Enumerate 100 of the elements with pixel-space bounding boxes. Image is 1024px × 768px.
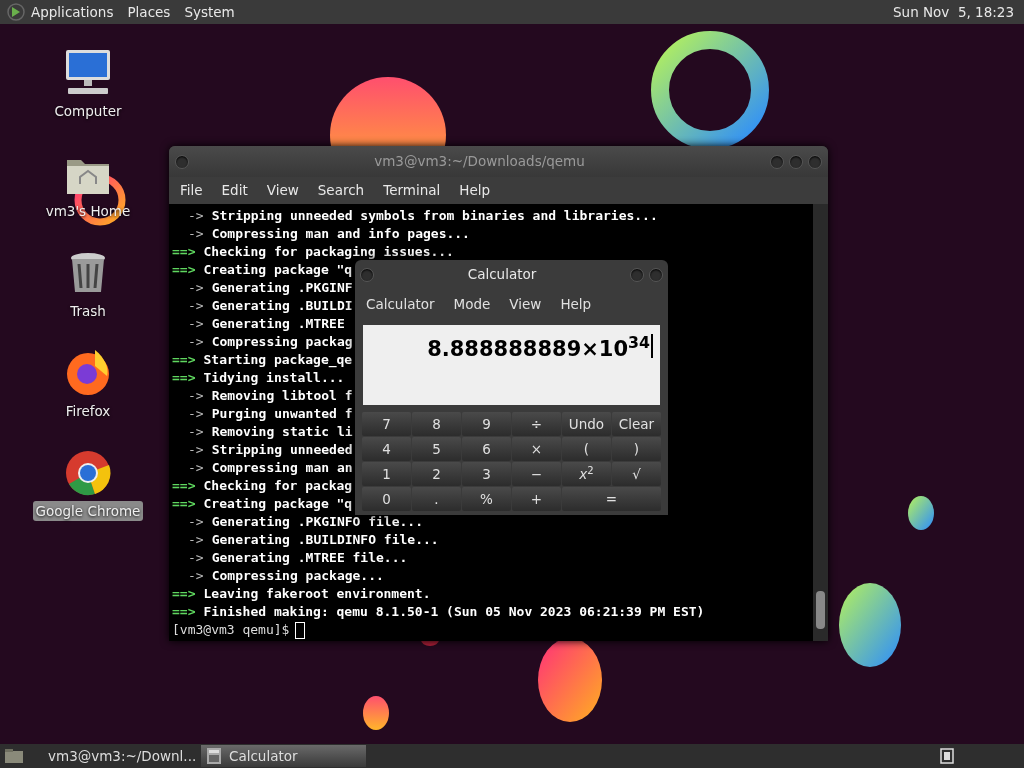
- panel-menu[interactable]: Places: [127, 1, 171, 23]
- calculator-key[interactable]: +: [512, 487, 561, 511]
- desktop-icon-label[interactable]: Trash: [67, 301, 109, 322]
- calculator-key[interactable]: (: [562, 437, 611, 461]
- output-prefix: ->: [188, 297, 204, 315]
- calculator-key[interactable]: Undo: [562, 412, 611, 436]
- window-button[interactable]: [649, 267, 663, 282]
- display-field[interactable]: 8.888888889×10$^{34}$: [363, 325, 660, 405]
- calculator-key[interactable]: %: [462, 487, 511, 511]
- output-prefix: ->: [188, 333, 204, 351]
- calculator-key[interactable]: 1: [362, 462, 411, 486]
- window-button[interactable]: [808, 154, 822, 169]
- calculator-key[interactable]: 4: [362, 437, 411, 461]
- output-prefix: ==>: [172, 603, 196, 621]
- window-button[interactable]: [175, 154, 189, 169]
- calculator-key[interactable]: .: [412, 487, 461, 511]
- window-button[interactable]: [770, 154, 784, 169]
- output-line: Tidying install...: [203, 369, 345, 387]
- menu-item[interactable]: Terminal: [383, 180, 441, 201]
- window-title: Calculator: [466, 265, 538, 285]
- scrollbar[interactable]: [813, 204, 828, 641]
- output-prefix: ==>: [172, 585, 196, 603]
- output-prefix: ==>: [172, 261, 196, 279]
- calculator-key[interactable]: =: [562, 487, 661, 511]
- panel-logo-icon[interactable]: [7, 3, 25, 21]
- output-prefix: ->: [188, 225, 204, 243]
- calculator-key[interactable]: ×: [512, 437, 561, 461]
- output-line: Compressing man and info pages...: [211, 225, 470, 243]
- output-line: Removing libtool f: [211, 387, 353, 405]
- output-line: Leaving fakeroot environment.: [203, 585, 431, 603]
- menu-item[interactable]: File: [180, 180, 203, 201]
- output-line: Purging unwanted f: [211, 405, 353, 423]
- menu-item[interactable]: Help: [459, 180, 491, 201]
- output-prefix: ->: [188, 441, 204, 459]
- output-line: Compressing man an: [211, 459, 353, 477]
- output-line: Removing static li: [211, 423, 353, 441]
- output-line: Starting package_qe: [203, 351, 353, 369]
- calculator-key[interactable]: Clear: [612, 412, 661, 436]
- output-line: Finished making: qemu 8.1.50-1 (Sun 05 Nov 2023 06:21:39 PM EST): [203, 603, 705, 621]
- taskbar-button[interactable]: Calculator: [201, 745, 366, 767]
- desktop-icon-label[interactable]: Computer: [51, 101, 125, 122]
- output-line: Generating .BUILDINFO file...: [211, 531, 439, 549]
- calculator-icon: [207, 748, 221, 764]
- output-line: Generating .PKGINF: [211, 279, 353, 297]
- output-prefix: ->: [188, 315, 204, 333]
- calculator-key[interactable]: 3: [462, 462, 511, 486]
- calculator-key[interactable]: 8: [412, 412, 461, 436]
- calculator-key[interactable]: ÷: [512, 412, 561, 436]
- output-line: Stripping unneeded: [211, 441, 353, 459]
- window-button[interactable]: [360, 267, 374, 282]
- monitor-icon: [64, 48, 112, 96]
- output-prefix: ->: [188, 459, 204, 477]
- clock[interactable]: Sun Nov 5, 18:23: [893, 1, 1014, 23]
- menu-item[interactable]: Edit: [221, 180, 248, 201]
- output-line: Checking for packag: [203, 477, 353, 495]
- output-line: Creating package "q: [203, 495, 353, 513]
- menu-item[interactable]: Help: [560, 293, 592, 315]
- output-prefix: ->: [188, 423, 204, 441]
- output-line: Generating .MTREE file...: [211, 549, 408, 567]
- desktop-icon-label[interactable]: Firefox: [62, 401, 114, 422]
- menu-item[interactable]: Mode: [453, 293, 491, 315]
- calculator-key[interactable]: −: [512, 462, 561, 486]
- menu-item[interactable]: View: [266, 180, 299, 201]
- calculator-key[interactable]: 2: [412, 462, 461, 486]
- calculator-key[interactable]: ): [612, 437, 661, 461]
- output-prefix: ->: [188, 567, 204, 585]
- shell-prompt: [vm3@vm3 qemu]$: [172, 621, 290, 639]
- calculator-key[interactable]: √: [612, 462, 661, 486]
- output-prefix: ==>: [172, 369, 196, 387]
- chrome-icon: [65, 450, 111, 496]
- panel-menu[interactable]: Applications: [31, 1, 114, 23]
- output-line: Checking for packaging issues...: [203, 243, 454, 261]
- text-cursor: [295, 621, 306, 639]
- show-desktop-icon[interactable]: [4, 748, 24, 764]
- output-prefix: ->: [188, 279, 204, 297]
- output-line: Compressing packag: [211, 333, 353, 351]
- output-line: Generating .BUILDI: [211, 297, 353, 315]
- output-prefix: ==>: [172, 351, 196, 369]
- workspace-icon[interactable]: [940, 748, 954, 764]
- output-prefix: ->: [188, 531, 204, 549]
- output-prefix: ->: [188, 387, 204, 405]
- menu-item[interactable]: Search: [317, 180, 365, 201]
- panel-menu[interactable]: System: [184, 1, 235, 23]
- output-line: Generating .PKGINFO file...: [211, 513, 423, 531]
- firefox-icon: [65, 348, 111, 396]
- output-prefix: ->: [188, 405, 204, 423]
- calculator-key[interactable]: 6: [462, 437, 511, 461]
- menu-item[interactable]: Calculator: [366, 293, 435, 315]
- output-line: Creating package "q: [203, 261, 353, 279]
- output-line: Stripping unneeded symbols from binaries and libraries...: [211, 207, 658, 225]
- window-button[interactable]: [630, 267, 644, 282]
- output-prefix: ->: [188, 513, 204, 531]
- calculator-key[interactable]: x$^{2}$: [562, 462, 611, 486]
- output-prefix: ==>: [172, 477, 196, 495]
- menu-item[interactable]: View: [509, 293, 542, 315]
- calculator-key[interactable]: 7: [362, 412, 411, 436]
- calculator-key[interactable]: 0: [362, 487, 411, 511]
- window-button[interactable]: [789, 154, 803, 169]
- calculator-key[interactable]: 9: [462, 412, 511, 436]
- calculator-key[interactable]: 5: [412, 437, 461, 461]
